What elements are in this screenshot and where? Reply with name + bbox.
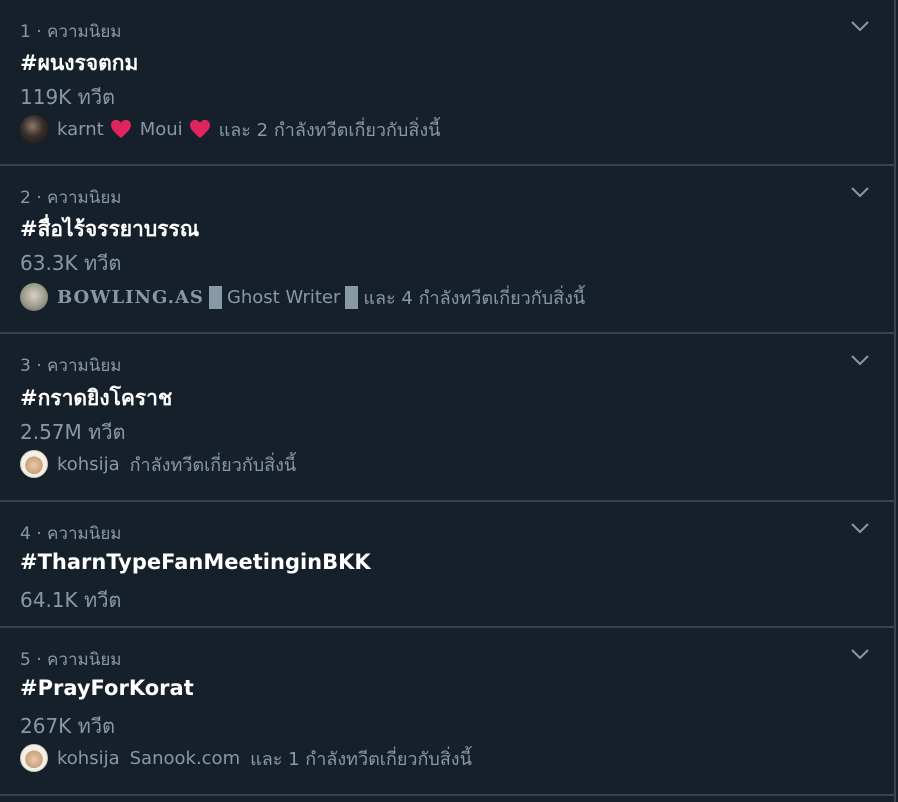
trend-rank-label: 5 · ความนิยม: [20, 650, 122, 670]
tweeter-name: karnt: [57, 118, 104, 140]
trend-rank-label: 1 · ความนิยม: [20, 22, 122, 42]
trend-rank-label: 2 · ความนิยม: [20, 188, 122, 208]
tweeters-suffix: และ 4 กำลังทวีตเกี่ยวกับสิ่งนี้: [363, 287, 586, 309]
trend-item-2[interactable]: 2 · ความนิยม #สื่อไร้จรรยาบรรณ 63.3K ทวี…: [0, 166, 894, 334]
trend-item-4[interactable]: 4 · ความนิยม #TharnTypeFanMeetinginBKK 6…: [0, 502, 894, 628]
tweeter-name: kohsija: [57, 453, 120, 475]
tweeter-name: Moui: [139, 118, 183, 140]
trend-tweeters: karnt Moui และ 2 กำลังทวีตเกี่ยวกับสิ่งน…: [20, 115, 440, 143]
trend-rank-label: 3 · ความนิยม: [20, 356, 122, 376]
trend-tweeters: kohsija กำลังทวีตเกี่ยวกับสิ่งนี้: [20, 450, 296, 478]
trend-rank-label: 4 · ความนิยม: [20, 524, 122, 544]
trend-hashtag[interactable]: #กราดยิงโคราช: [20, 382, 172, 415]
trend-hashtag[interactable]: #สื่อไร้จรรยาบรรณ: [20, 213, 199, 246]
tweeters-suffix: และ 2 กำลังทวีตเกี่ยวกับสิ่งนี้: [218, 119, 441, 141]
trends-list: 1 · ความนิยม #ผนงรจตกม 119K ทวีต karnt M…: [0, 0, 896, 802]
trend-item-1[interactable]: 1 · ความนิยม #ผนงรจตกม 119K ทวีต karnt M…: [0, 0, 894, 166]
trend-hashtag[interactable]: #PrayForKorat: [20, 676, 194, 700]
trend-item-3[interactable]: 3 · ความนิยม #กราดยิงโคราช 2.57M ทวีต ko…: [0, 334, 894, 502]
avatar[interactable]: [20, 744, 48, 772]
tweeter-name: Ghost Writer: [226, 286, 341, 308]
chevron-down-icon[interactable]: [850, 185, 870, 199]
trend-item-5[interactable]: 5 · ความนิยม #PrayForKorat 267K ทวีต koh…: [0, 628, 894, 796]
avatar[interactable]: [20, 450, 48, 478]
trend-tweet-count: 2.57M ทวีต: [20, 420, 126, 444]
block-glyph: [345, 285, 359, 309]
trend-tweeters: BOWLING.AS Ghost Writer และ 4 กำลังทวีตเ…: [20, 283, 585, 311]
trend-hashtag[interactable]: #ผนงรจตกม: [20, 47, 138, 80]
tweeters-suffix: กำลังทวีตเกี่ยวกับสิ่งนี้: [129, 454, 297, 476]
chevron-down-icon[interactable]: [850, 647, 870, 661]
red-heart-icon: [189, 119, 210, 139]
trend-tweet-count: 119K ทวีต: [20, 85, 116, 109]
trend-tweeters: kohsija Sanook.com และ 1 กำลังทวีตเกี่ยว…: [20, 744, 472, 772]
tweeter-name: BOWLING.AS: [57, 286, 204, 308]
chevron-down-icon[interactable]: [850, 521, 870, 535]
red-heart-icon: [110, 119, 131, 139]
chevron-down-icon[interactable]: [850, 19, 870, 33]
tweeter-name: kohsija: [57, 747, 120, 769]
chevron-down-icon[interactable]: [850, 353, 870, 367]
avatar[interactable]: [20, 115, 48, 143]
trend-hashtag[interactable]: #TharnTypeFanMeetinginBKK: [20, 550, 371, 574]
trend-tweet-count: 63.3K ทวีต: [20, 251, 122, 275]
tweeters-suffix: และ 1 กำลังทวีตเกี่ยวกับสิ่งนี้: [250, 748, 472, 770]
trend-tweet-count: 64.1K ทวีต: [20, 588, 122, 612]
trend-tweet-count: 267K ทวีต: [20, 714, 116, 738]
tweeter-name: Sanook.com: [129, 747, 241, 769]
avatar[interactable]: [20, 283, 48, 311]
block-glyph: [208, 285, 222, 309]
